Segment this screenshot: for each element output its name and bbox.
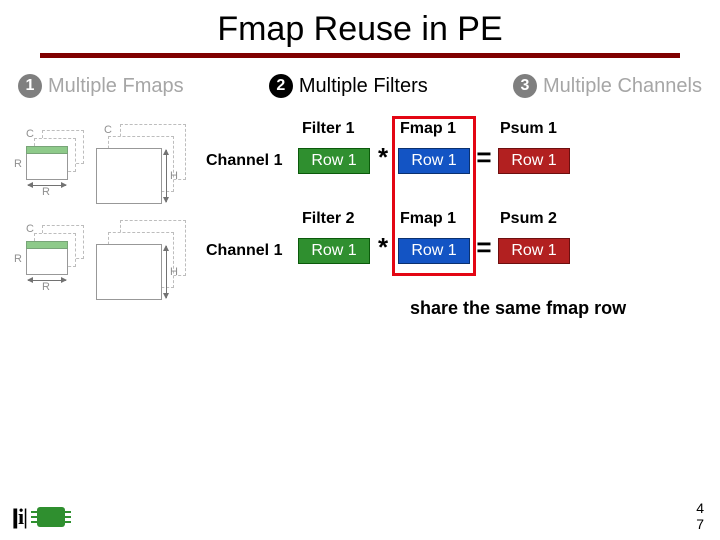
- dim-R-1: R: [14, 158, 22, 170]
- fmap-box-2: Row 1: [398, 238, 470, 264]
- equals-op-2: =: [473, 232, 495, 263]
- equation-area: Filter 1 Fmap 1 Psum 1 Channel 1 Row 1 *…: [220, 120, 700, 300]
- filter-box-2: Row 1: [298, 238, 370, 264]
- dim-H-2: H: [170, 266, 178, 278]
- page-a: 4: [696, 501, 704, 516]
- mode-3-badge: 3: [513, 74, 537, 98]
- dim-R-1b: R: [42, 186, 50, 198]
- fmap-head-2: Fmap 1: [400, 210, 476, 228]
- chip-icon: [37, 507, 65, 527]
- dim-C-2: C: [104, 124, 112, 136]
- filter-head-2: Filter 2: [302, 210, 378, 228]
- page-b: 7: [696, 517, 704, 532]
- mode-2-label: Multiple Filters: [299, 75, 428, 98]
- filter-head-1: Filter 1: [302, 120, 378, 138]
- psum-box-1: Row 1: [498, 148, 570, 174]
- slide-title: Fmap Reuse in PE: [0, 0, 720, 53]
- eq-row-1: Filter 1 Fmap 1 Psum 1 Channel 1 Row 1 *…: [220, 120, 700, 190]
- fmap-box-1: Row 1: [398, 148, 470, 174]
- dim-C-3: C: [26, 223, 34, 235]
- dim-R-2b: R: [42, 281, 50, 293]
- mode-2: 2 Multiple Filters: [269, 74, 428, 98]
- dim-C-1: C: [26, 128, 34, 140]
- mode-1: 1 Multiple Fmaps: [18, 74, 184, 98]
- mode-tabs: 1 Multiple Fmaps 2 Multiple Filters 3 Mu…: [0, 68, 720, 98]
- psum-box-2: Row 1: [498, 238, 570, 264]
- dim-R-2: R: [14, 253, 22, 265]
- dim-H-1: H: [170, 170, 178, 182]
- channel-label-2: Channel 1: [206, 242, 282, 260]
- psum-head-1: Psum 1: [500, 120, 576, 138]
- filter-fmap-diagram: C R R C H C R R H: [26, 130, 206, 320]
- channel-label-1: Channel 1: [206, 152, 282, 170]
- page-number: 4 7: [696, 501, 704, 532]
- share-note: share the same fmap row: [410, 298, 626, 319]
- conv-op-2: *: [372, 232, 394, 263]
- title-underline: [40, 53, 680, 58]
- filter-box-1: Row 1: [298, 148, 370, 174]
- mode-1-badge: 1: [18, 74, 42, 98]
- fmap-head-1: Fmap 1: [400, 120, 476, 138]
- mode-2-badge: 2: [269, 74, 293, 98]
- equals-op-1: =: [473, 142, 495, 173]
- mode-3-label: Multiple Channels: [543, 75, 702, 98]
- footer-logos: |||i|: [14, 504, 65, 530]
- mode-1-label: Multiple Fmaps: [48, 75, 184, 98]
- psum-head-2: Psum 2: [500, 210, 576, 228]
- mit-logo-icon: |||i|: [14, 504, 27, 530]
- conv-op-1: *: [372, 142, 394, 173]
- eq-row-2: Filter 2 Fmap 1 Psum 2 Channel 1 Row 1 *…: [220, 210, 700, 280]
- mode-3: 3 Multiple Channels: [513, 74, 702, 98]
